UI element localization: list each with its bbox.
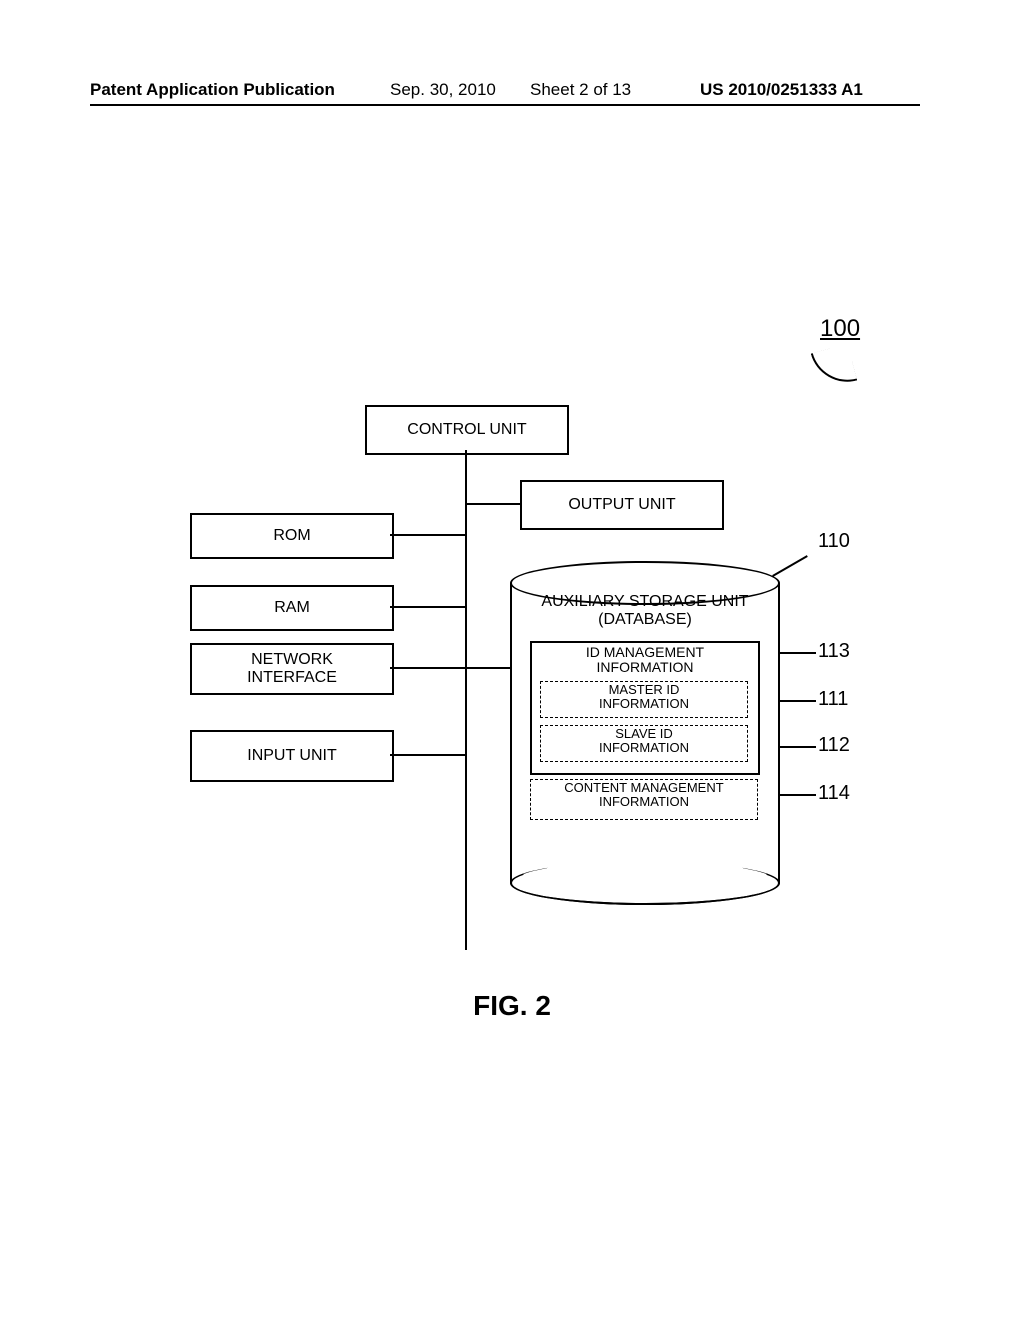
ref-100: 100 [820,315,860,343]
block-control-unit-label: CONTROL UNIT [407,421,526,439]
ref-113: 113 [818,640,850,663]
stub-rom [390,534,465,536]
ref-112: 112 [818,734,850,757]
cylinder-bottom [510,861,780,905]
figure-diagram: 100 CONTROL UNIT OUTPUT UNIT ROM RAM NET… [150,320,880,960]
stub-ram [390,606,465,608]
slave-id-label: SLAVE ID INFORMATION [599,726,689,755]
stub-output [465,503,520,505]
stub-db [465,667,510,669]
block-ram-label: RAM [274,599,310,617]
header-publication: Patent Application Publication [90,80,335,100]
diagram-bus [465,450,467,950]
block-input-unit-label: INPUT UNIT [247,747,336,765]
database-title: AUXILIARY STORAGE UNIT (DATABASE) [510,593,780,628]
id-management-label: ID MANAGEMENT INFORMATION [532,645,758,676]
lead-114 [778,794,816,796]
block-input-unit: INPUT UNIT [190,730,394,782]
lead-113 [778,652,816,654]
header-rule [90,104,920,106]
stub-netif [390,667,465,669]
header-patent-number: US 2010/0251333 A1 [700,80,863,100]
block-rom: ROM [190,513,394,559]
ref-100-leader [811,344,858,391]
stub-input [390,754,465,756]
slave-id-box: SLAVE ID INFORMATION [540,725,748,762]
master-id-box: MASTER ID INFORMATION [540,681,748,718]
lead-111 [778,700,816,702]
block-rom-label: ROM [273,527,310,545]
id-management-box: ID MANAGEMENT INFORMATION MASTER ID INFO… [530,641,760,775]
header-date: Sep. 30, 2010 [390,80,496,100]
master-id-label: MASTER ID INFORMATION [599,682,689,711]
block-network-interface-label: NETWORK INTERFACE [247,651,337,687]
block-ram: RAM [190,585,394,631]
content-management-box: CONTENT MANAGEMENT INFORMATION [530,779,758,820]
ref-110: 110 [818,530,850,553]
lead-112 [778,746,816,748]
content-management-label: CONTENT MANAGEMENT INFORMATION [564,780,723,809]
header-sheet: Sheet 2 of 13 [530,80,631,100]
block-output-unit: OUTPUT UNIT [520,480,724,530]
figure-caption: FIG. 2 [0,990,1024,1022]
block-network-interface: NETWORK INTERFACE [190,643,394,695]
lead-110 [772,555,808,577]
block-output-unit-label: OUTPUT UNIT [568,496,675,514]
block-control-unit: CONTROL UNIT [365,405,569,455]
ref-111: 111 [818,688,848,711]
ref-114: 114 [818,782,850,805]
